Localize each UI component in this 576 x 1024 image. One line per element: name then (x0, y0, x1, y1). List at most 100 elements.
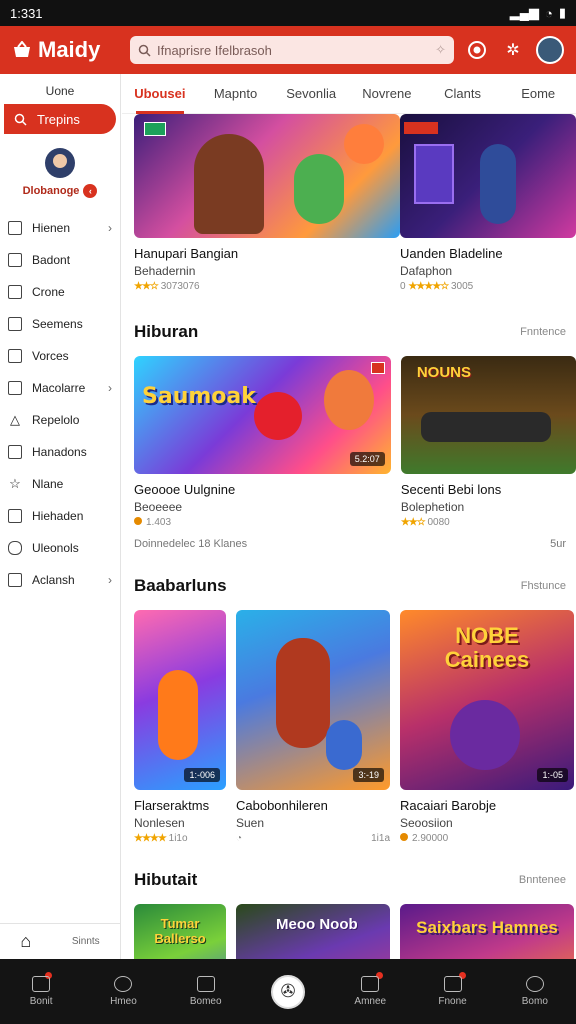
user-avatar[interactable] (536, 36, 564, 64)
sidebar-item-label: Repelolo (32, 413, 80, 427)
tab-1[interactable]: Mapnto (198, 74, 274, 114)
duration-chip: 5.2:07 (349, 452, 385, 466)
basket-icon (14, 41, 30, 57)
character-art (480, 144, 516, 224)
sidebar-item-label: Badont (32, 253, 71, 267)
hero-card-1[interactable] (134, 114, 400, 238)
game-card[interactable]: Saumoak 5.2:07 (134, 356, 391, 474)
character-art (276, 638, 330, 748)
game-card[interactable]: NOUNS (400, 356, 576, 474)
sidebar-active-item[interactable]: Trepins (4, 104, 116, 134)
section-more-link[interactable]: Bnntenee (519, 874, 566, 886)
sidebar-item[interactable]: Vorces (0, 340, 120, 372)
game-title[interactable]: Geoooe Uulgnine (134, 482, 391, 497)
character-art (254, 392, 302, 440)
game-card[interactable]: 3:-19 (236, 610, 390, 790)
tab-2[interactable]: Sevonlia (273, 74, 349, 114)
bottom-nav-center[interactable]: ✇ (258, 974, 318, 1009)
section-title: Hibutait (134, 870, 198, 889)
search-bar[interactable]: Ifnaprisre Ifelbrasoh ✧ (130, 36, 454, 64)
bottom-nav-profile[interactable]: Bomo (505, 976, 565, 1007)
hero-title[interactable]: Uanden Bladeline (400, 246, 576, 261)
sidebar-item[interactable]: Uleonols (0, 532, 120, 564)
game-meta: ◔ 1i1a (236, 833, 390, 844)
hero-card-2[interactable] (400, 114, 576, 238)
character-art (158, 670, 198, 760)
game-art-title: NOBE Cainees (444, 623, 530, 672)
sidebar-item-label: Macolarre (32, 381, 86, 395)
sidebar-item[interactable]: Aclansh › (0, 564, 120, 596)
section-more-link[interactable]: Fhstunce (521, 580, 566, 592)
image-icon (8, 253, 22, 267)
sidebar-active-label: Trepins (37, 111, 80, 127)
sidebar-item-label: Uleonols (32, 541, 79, 555)
hero-title[interactable]: Hanupari Bangian (134, 246, 400, 261)
app-logo[interactable]: Maidy (12, 37, 120, 63)
sidebar-footer-label[interactable]: Sinnts (72, 936, 100, 947)
game-art-title: Meoo Noob (276, 916, 358, 933)
app-header: Maidy Ifnaprisre Ifelbrasoh ✧ ✲ (0, 26, 576, 74)
main-content: Ubousei Mapnto Sevonlia Novrene Clants E… (122, 74, 576, 959)
hero-meta: 3073076 (160, 281, 200, 292)
game-card[interactable]: Tumar Ballerso (134, 904, 226, 959)
game-title[interactable]: Cabobonhileren (236, 798, 390, 813)
tab-4[interactable]: Clants (425, 74, 501, 114)
game-meta: ★★☆ 0080 (401, 517, 576, 528)
bottom-nav-item[interactable]: Amnee (340, 972, 400, 1007)
chevron-right-icon: › (108, 573, 112, 587)
game-row: 1:-006 3:-19 NOBE Cainees 1:-05 (122, 610, 576, 790)
bottom-nav-item[interactable]: Bomeo (176, 976, 236, 1007)
game-title[interactable]: Flarseraktms (134, 798, 226, 813)
sidebar-item[interactable]: Hanadons (0, 436, 120, 468)
game-row: Tumar Ballerso Meoo Noob Saixbars Hamnes (122, 904, 576, 959)
section-title: Baabarluns (134, 576, 227, 595)
section-header: Baabarluns Fhstunce (122, 576, 576, 596)
game-meta-value: 0080 (427, 517, 450, 528)
game-row: Saumoak 5.2:07 NOUNS (122, 356, 576, 474)
game-card[interactable]: 1:-006 (134, 610, 226, 790)
sidebar-item-label: Nlane (32, 477, 64, 491)
sidebar-item[interactable]: Crone (0, 276, 120, 308)
bottom-nav-item[interactable]: Fnone (423, 972, 483, 1007)
bug-icon[interactable]: ✲ (500, 37, 526, 63)
notification-badge-icon: ‹ (83, 184, 98, 198)
sidebar-item[interactable]: Hiehaden (0, 500, 120, 532)
bottom-nav-item[interactable]: Hmeo (93, 976, 153, 1007)
hero-carousel[interactable] (122, 114, 576, 238)
sidebar-item[interactable]: Hienen › (0, 212, 120, 244)
search-icon (138, 44, 151, 57)
tab-5[interactable]: Eome (500, 74, 576, 114)
coin-icon (400, 833, 408, 841)
record-icon[interactable] (464, 37, 490, 63)
sidebar-item[interactable]: Badont (0, 244, 120, 276)
tab-0[interactable]: Ubousei (122, 74, 198, 114)
edit-icon (8, 349, 22, 363)
flag-icon (370, 362, 385, 374)
section-more-link[interactable]: Fnntence (520, 326, 566, 338)
game-meta-value: 1i1o (168, 833, 188, 844)
search-input[interactable]: Ifnaprisre Ifelbrasoh (157, 43, 272, 58)
clock-icon: ◔ (236, 833, 243, 844)
duration-chip: 1:-05 (537, 768, 568, 782)
sidebar-item[interactable]: Macolarre › (0, 372, 120, 404)
sidebar-item[interactable]: Seemens (0, 308, 120, 340)
game-card[interactable]: Saixbars Hamnes (400, 904, 574, 959)
home-icon[interactable]: ⌂ (20, 931, 31, 952)
sidebar-item[interactable]: ☆ Nlane (0, 468, 120, 500)
hero-meta: 3005 (450, 281, 474, 292)
voice-icon[interactable]: ✧ (435, 42, 446, 58)
profile-block[interactable]: Dlobanoge ‹ (0, 148, 120, 198)
bottom-nav-home[interactable]: Bonit (11, 972, 71, 1007)
game-logo-icon (144, 122, 166, 136)
game-row-meta: Geoooe Uulgnine Beoeeee 1.403 Secenti Be… (122, 482, 576, 528)
tab-3[interactable]: Novrene (349, 74, 425, 114)
section-header: Hibutait Bnntenee (122, 870, 576, 890)
triangle-icon: △ (10, 412, 20, 427)
star-icon: ☆ (9, 476, 21, 491)
game-title[interactable]: Secenti Bebi lons (401, 482, 576, 497)
game-card[interactable]: NOBE Cainees 1:-05 (400, 610, 574, 790)
sidebar-item[interactable]: △ Repelolo (0, 404, 120, 436)
chat-icon (196, 976, 215, 992)
game-title[interactable]: Racaiari Barobje (400, 798, 574, 813)
game-card[interactable]: Meoo Noob (236, 904, 390, 959)
